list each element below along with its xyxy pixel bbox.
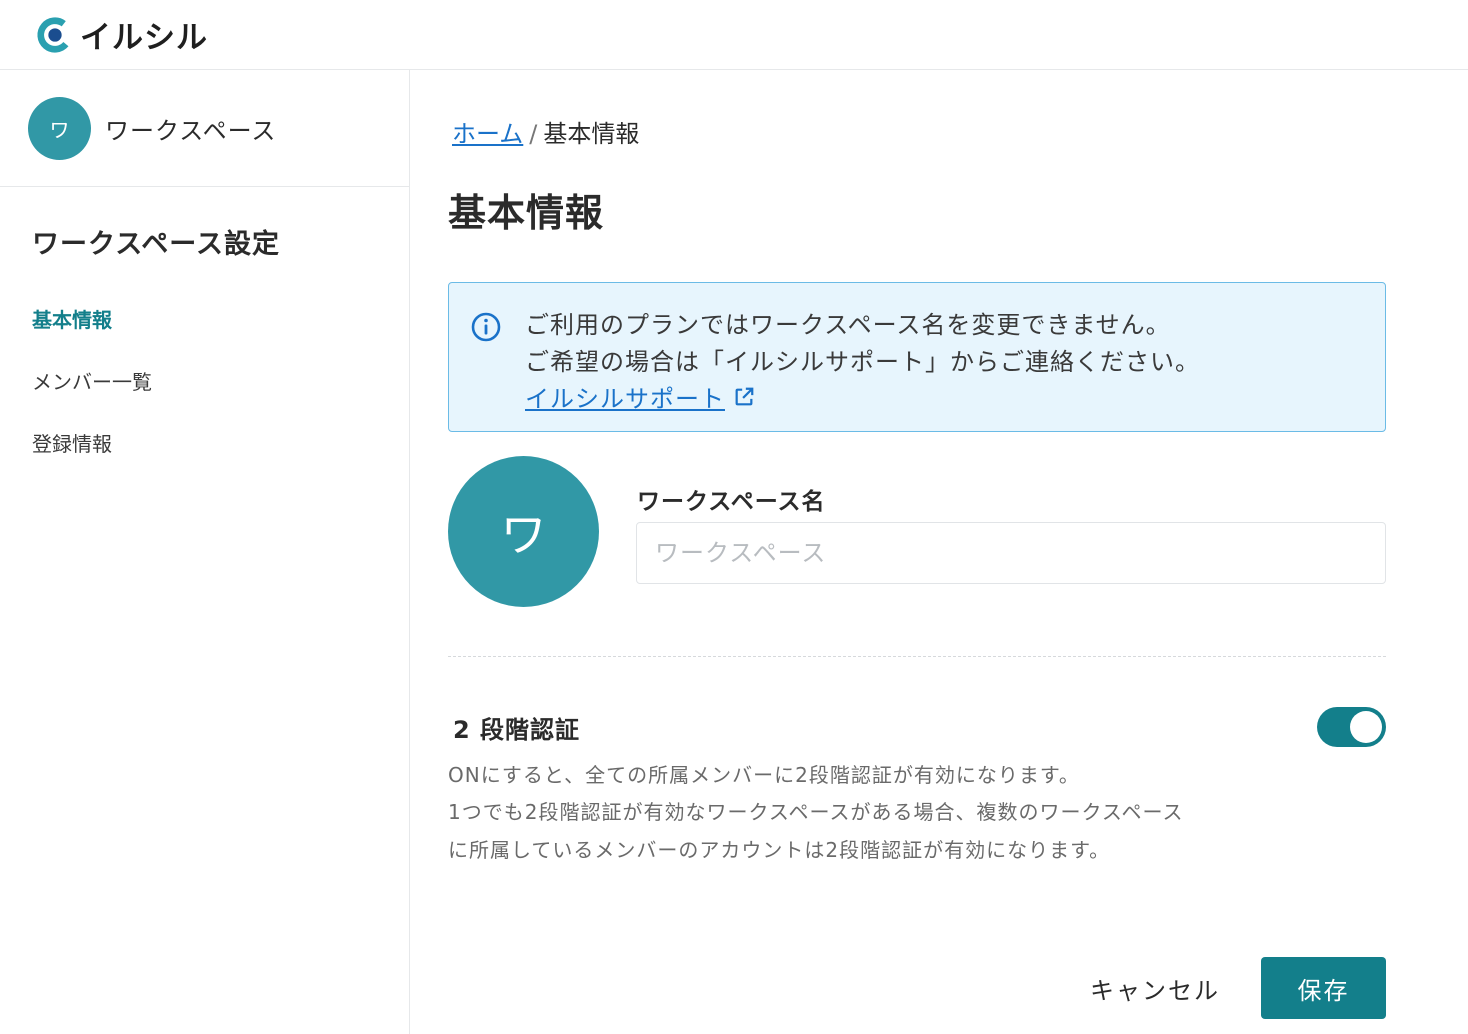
breadcrumb-home-link[interactable]: ホーム — [452, 120, 523, 148]
main-content: ホーム / 基本情報 基本情報 ご利用のプランではワークスペース名を変更できません。… — [410, 70, 1468, 1034]
sidebar-heading: ワークスペース設定 — [32, 229, 280, 260]
support-link[interactable]: イルシルサポート — [525, 379, 755, 414]
plan-notice: ご利用のプランではワークスペース名を変更できません。 ご希望の場合は「イルシルサ… — [448, 282, 1386, 432]
sidebar-nav: 基本情報 メンバー一覧 登録情報 — [32, 306, 152, 492]
workspace-name-label: ワークスペース名 — [637, 489, 826, 515]
logo-text: イルシル — [80, 20, 208, 56]
sidebar-item-member-list[interactable]: メンバー一覧 — [32, 368, 152, 430]
workspace-avatar: ワ — [28, 96, 91, 160]
notice-text-line2: ご希望の場合は「イルシルサポート」からご連絡ください。 — [525, 348, 1200, 376]
top-bar: イルシル — [0, 0, 1468, 70]
section-divider — [448, 656, 1386, 657]
workspace-icon-large[interactable]: ワ — [448, 456, 599, 607]
breadcrumb-separator: / — [529, 120, 538, 148]
sidebar-item-basic-info[interactable]: 基本情報 — [32, 306, 152, 368]
workspace-switcher[interactable]: ワ ワークスペース — [0, 70, 409, 187]
logo-mark-icon — [37, 16, 73, 53]
two-factor-toggle[interactable] — [1317, 707, 1386, 747]
notice-text-line1: ご利用のプランではワークスペース名を変更できません。 — [525, 311, 1171, 339]
support-link-label: イルシルサポート — [525, 385, 725, 413]
two-factor-desc-line1: ONにすると、全ての所属メンバーに2段階認証が有効になります。 — [448, 763, 1080, 787]
external-link-icon — [735, 387, 754, 405]
workspace-name-input[interactable] — [636, 522, 1386, 584]
sidebar-item-registration-info[interactable]: 登録情報 — [32, 430, 152, 492]
info-icon — [471, 312, 501, 342]
workspace-name: ワークスペース — [105, 116, 277, 145]
breadcrumb-current: 基本情報 — [543, 120, 640, 148]
two-factor-desc-line2: 1つでも2段階認証が有効なワークスペースがある場合、複数のワークスペース — [448, 800, 1184, 824]
sidebar: ワ ワークスペース ワークスペース設定 基本情報 メンバー一覧 登録情報 — [0, 70, 410, 1034]
cancel-button[interactable]: キャンセル — [1070, 957, 1240, 1019]
save-button[interactable]: 保存 — [1261, 957, 1386, 1019]
page-title: 基本情報 — [448, 191, 605, 235]
two-factor-desc-line3: に所属しているメンバーのアカウントは2段階認証が有効になります。 — [448, 838, 1111, 862]
app-logo[interactable]: イルシル — [36, 12, 208, 57]
breadcrumb: ホーム / 基本情報 — [452, 114, 639, 149]
toggle-knob — [1350, 711, 1382, 743]
two-factor-title: 2 段階認証 — [453, 716, 581, 744]
